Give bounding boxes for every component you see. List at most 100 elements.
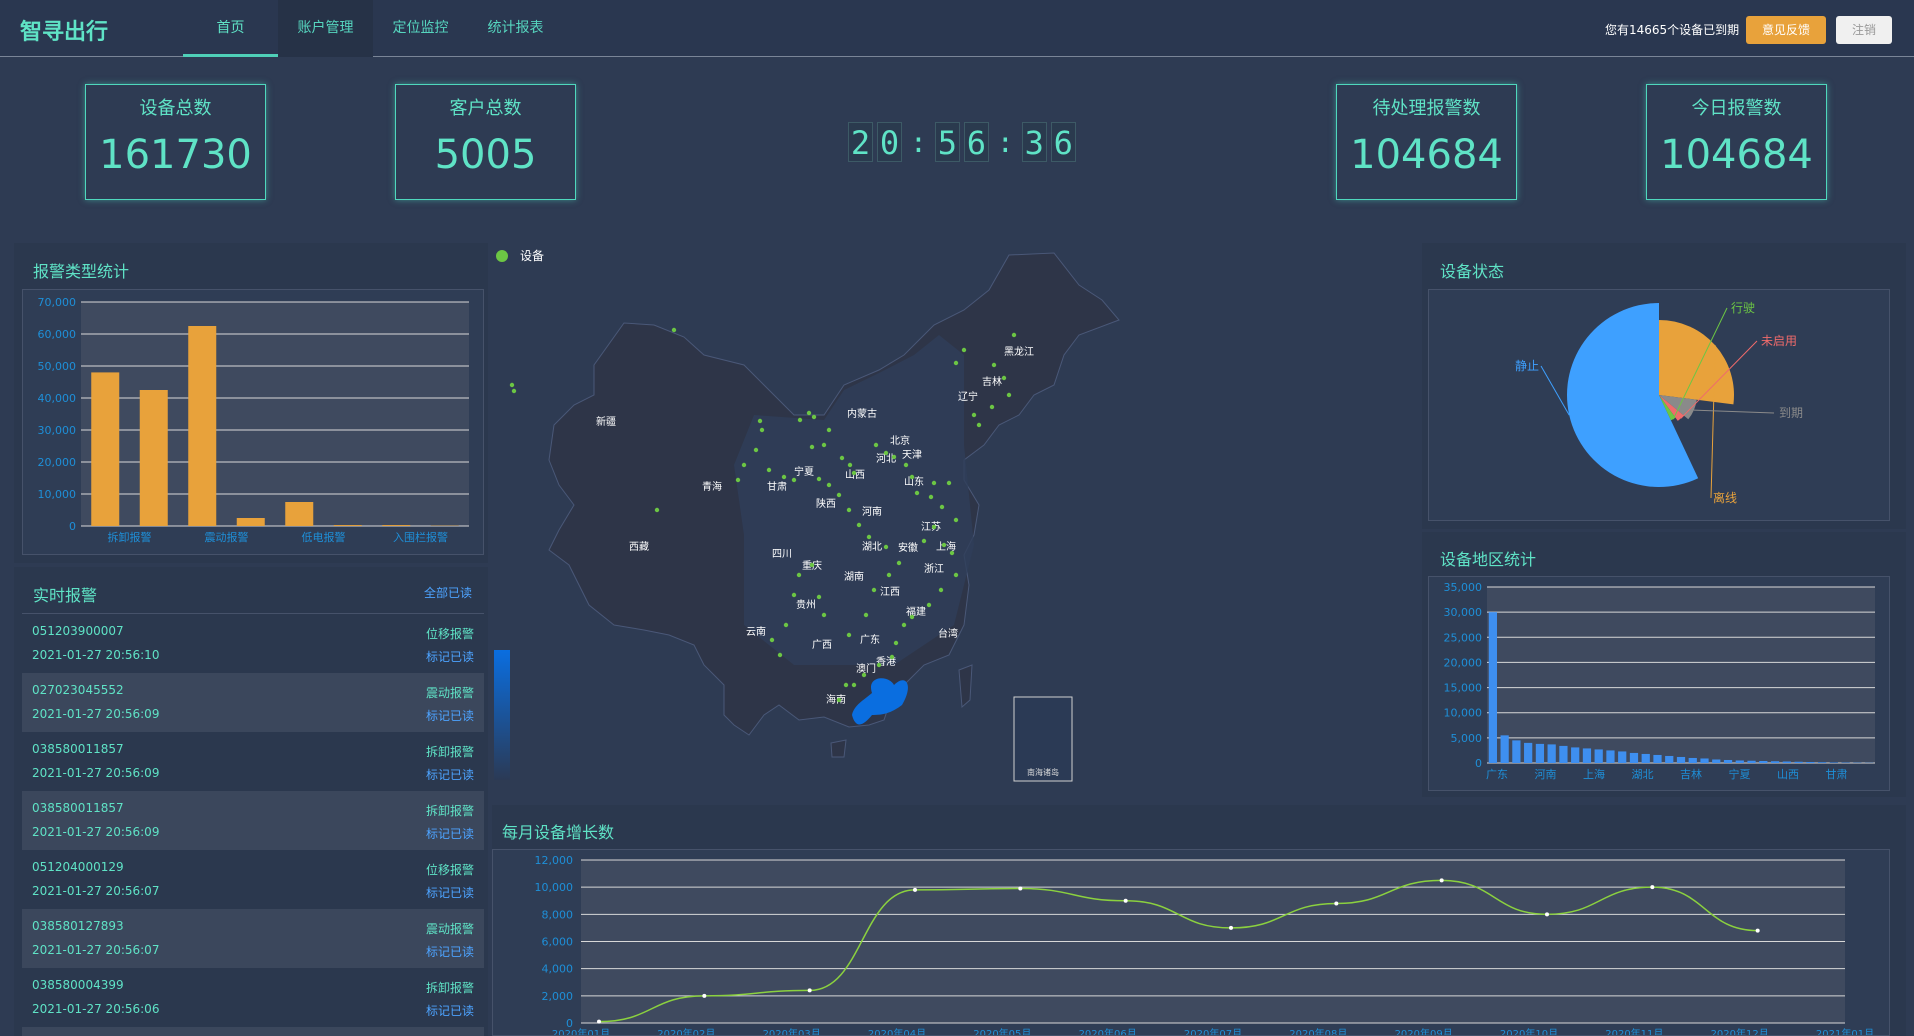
- mark-read-link[interactable]: 标记已读: [426, 648, 474, 665]
- bar: [139, 390, 168, 526]
- province-label: 黑龙江: [1004, 345, 1034, 358]
- x-tick-label: 山西: [1777, 768, 1799, 781]
- device-id: 051203900007: [32, 624, 124, 638]
- alarm-time: 2021-01-27 20:56:09: [32, 825, 160, 839]
- y-tick-label: 10,000: [38, 488, 77, 501]
- pending-alarm-card: 待处理报警数 104684: [1336, 84, 1517, 200]
- bar: [1500, 735, 1509, 763]
- device-dot: [671, 327, 677, 333]
- province-label: 贵州: [796, 598, 816, 611]
- device-dot: [781, 474, 787, 480]
- y-tick-label: 10,000: [1444, 707, 1483, 720]
- device-dot: [953, 517, 959, 523]
- list-item[interactable]: 027023045552 2021-01-27 20:56:09 震动报警 标记…: [22, 673, 484, 732]
- device-dot: [889, 654, 895, 660]
- bar: [1688, 757, 1697, 763]
- province-label: 广西: [812, 639, 832, 651]
- pending-alarm-value: 104684: [1350, 132, 1503, 178]
- customer-total-label: 客户总数: [449, 98, 522, 119]
- realtime-alarm-list: 051203900007 2021-01-27 20:56:10 位移报警 标记…: [22, 613, 484, 1036]
- mark-read-link[interactable]: 标记已读: [426, 766, 474, 783]
- mark-read-link[interactable]: 标记已读: [426, 884, 474, 901]
- device-dot: [847, 462, 853, 468]
- clock-hour-ones: 0: [877, 122, 902, 162]
- nav-location[interactable]: 定位监控: [373, 0, 468, 57]
- bar: [91, 372, 120, 526]
- y-tick-label: 70,000: [38, 296, 77, 309]
- x-tick-label: 2020年12月: [1711, 1027, 1769, 1035]
- china-map[interactable]: 设备 南海诸岛 黑龙江吉林辽宁内蒙古北京天津河北宁夏甘肃新疆青海西藏山西陕西河南…: [494, 245, 1418, 801]
- list-item[interactable]: 051204000129 2021-01-27 20:56:07 位移报警 标记…: [22, 850, 484, 909]
- expiry-notice[interactable]: 您有14665个设备已到期: [1605, 21, 1739, 38]
- device-dot: [976, 422, 982, 428]
- y-tick-label: 30,000: [38, 424, 77, 437]
- device-dot: [735, 477, 741, 483]
- alarm-type: 位移报警: [425, 627, 474, 641]
- list-item[interactable]: 038580011857 2021-01-27 20:56:09 拆卸报警 标记…: [22, 732, 484, 791]
- list-item[interactable]: 038580011857 2021-01-27 20:56:09 拆卸报警 标记…: [22, 791, 484, 850]
- device-dot: [861, 672, 867, 678]
- list-item[interactable]: [22, 1027, 484, 1036]
- x-tick-label: 震动报警: [205, 530, 249, 544]
- monthly-growth-title: 每月设备增长数: [502, 823, 615, 842]
- y-tick-label: 60,000: [38, 328, 77, 341]
- province-label: 海南: [826, 693, 846, 706]
- map-legend-label[interactable]: 设备: [520, 249, 544, 263]
- province-label: 湖南: [844, 570, 864, 583]
- mark-read-link[interactable]: 标记已读: [426, 825, 474, 842]
- x-tick-label: 2021年01月: [1816, 1027, 1874, 1035]
- province-label: 安徽: [898, 541, 918, 554]
- data-point: [1229, 925, 1233, 930]
- x-tick-label: 河南: [1535, 768, 1557, 781]
- nav-reports[interactable]: 统计报表: [468, 0, 563, 57]
- clock-minute-ones: 6: [963, 122, 989, 162]
- china-map-area[interactable]: 设备 南海诸岛 黑龙江 吉林 辽宁 内蒙古 北京 天津 河北 宁夏 甘肃 新疆 青海 西藏 山西 陕西 河南…: [494, 245, 1418, 801]
- list-item[interactable]: 051203900007 2021-01-27 20:56:10 位移报警 标记…: [22, 614, 484, 673]
- alarm-time: 2021-01-27 20:56:10: [32, 648, 160, 662]
- device-dot: [766, 467, 772, 473]
- today-alarm-label: 今日报警数: [1691, 98, 1782, 119]
- visual-map-scale[interactable]: [494, 650, 510, 780]
- realtime-alarm-title: 实时报警: [33, 586, 98, 605]
- nav-account[interactable]: 账户管理: [278, 0, 373, 57]
- list-item[interactable]: 038580004399 2021-01-27 20:56:06 拆卸报警 标记…: [22, 968, 484, 1027]
- device-dot: [783, 622, 789, 628]
- data-point: [702, 993, 707, 998]
- device-dot: [891, 454, 897, 460]
- mark-all-read-link[interactable]: 全部已读: [424, 584, 472, 601]
- bar: [1759, 760, 1768, 763]
- province-label: 台湾: [938, 627, 958, 640]
- bar: [1700, 758, 1709, 763]
- pie-label-line: [1693, 409, 1775, 414]
- pie-label-line: [1540, 365, 1570, 416]
- x-tick-label: 2020年10月: [1500, 1027, 1558, 1035]
- clock-separator: :: [910, 125, 927, 159]
- logout-button[interactable]: 注销: [1836, 16, 1892, 44]
- x-tick-label: 2020年03月: [763, 1027, 821, 1035]
- device-dot: [811, 414, 817, 420]
- device-dot: [871, 587, 877, 593]
- device-dot: [846, 507, 852, 513]
- device-status-pie-svg: 静止离线 到期 未启用 行驶: [1515, 300, 1803, 505]
- monthly-growth-chart: 0 2,000 4,000 6,000 8,000 10,000 12,000 2020年01…: [492, 849, 1890, 1036]
- mark-read-link[interactable]: 标记已读: [426, 943, 474, 960]
- nav-home[interactable]: 首页: [183, 0, 278, 57]
- device-dot: [821, 612, 827, 618]
- region-stats-chart: 0 5,000 10,000 15,000 20,000 25,000 30,000 35,0…: [1428, 576, 1890, 791]
- y-tick-label: 6,000: [542, 936, 574, 949]
- alarm-time: 2021-01-27 20:56:07: [32, 884, 160, 898]
- mark-read-link[interactable]: 标记已读: [426, 707, 474, 724]
- bar: [1806, 761, 1815, 763]
- alarm-type: 震动报警: [425, 686, 474, 700]
- list-item[interactable]: 038580127893 2021-01-27 20:56:07 震动报警 标记…: [22, 909, 484, 968]
- clock-minute-tens: 5: [934, 122, 960, 162]
- x-tick-label: 2020年02月: [657, 1027, 715, 1035]
- bar: [1582, 748, 1592, 763]
- feedback-button[interactable]: 意见反馈: [1746, 16, 1826, 44]
- mark-read-link[interactable]: 标记已读: [426, 1002, 474, 1019]
- alarm-time: 2021-01-27 20:56:09: [32, 707, 160, 721]
- province-label: 云南: [746, 625, 766, 638]
- data-point: [1439, 878, 1444, 883]
- x-tick-label: 上海: [1583, 767, 1605, 781]
- device-status-title: 设备状态: [1440, 262, 1505, 281]
